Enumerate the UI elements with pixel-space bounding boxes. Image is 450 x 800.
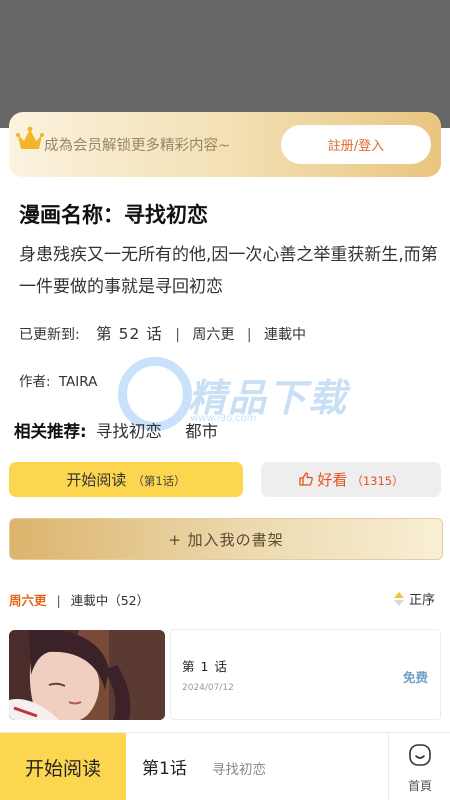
like-count: （1315）	[351, 474, 404, 488]
bottom-bar: 开始阅读 第1话 寻找初恋 首頁	[0, 732, 450, 800]
related-recommendations: 相关推荐: 寻找初恋 都市	[14, 418, 232, 442]
related-label: 相关推荐:	[14, 422, 87, 441]
cover-image	[0, 0, 450, 128]
author-name: TAIRA	[58, 374, 98, 390]
start-reading-label: 开始阅读	[66, 471, 127, 489]
episode-list-status: 周六更 | 連載中（52）	[9, 590, 149, 609]
sort-label: 正序	[408, 593, 435, 608]
update-day: 周六更	[192, 327, 235, 343]
member-promo-text: 成為会员解锁更多精彩内容~	[44, 138, 231, 154]
author-info: 作者: TAIRA	[19, 370, 97, 390]
register-login-button[interactable]: 註册/登入	[281, 125, 431, 164]
member-banner: 成為会员解锁更多精彩内容~ 註册/登入	[9, 112, 441, 177]
sort-arrows-icon	[393, 592, 404, 606]
like-label: 好看	[317, 471, 348, 489]
bottom-comic-name: 寻找初恋	[212, 762, 266, 778]
add-to-bookshelf-button[interactable]: + 加入我の書架	[9, 518, 443, 560]
bottom-start-reading-button[interactable]: 开始阅读	[0, 733, 126, 800]
update-info: 已更新到: 第 52 话 | 周六更 | 連載中	[19, 322, 306, 344]
comic-title: 漫画名称：寻找初恋	[19, 203, 208, 227]
thumbs-up-icon	[299, 472, 314, 486]
crown-icon	[16, 126, 44, 149]
update-status: 連載中	[264, 327, 306, 343]
episode-title: 第 1 话	[182, 659, 228, 674]
episode-item[interactable]: 第 1 话 2024/07/12 免费	[170, 629, 441, 720]
home-nav-button[interactable]: 首頁	[388, 733, 450, 800]
episode-thumbnail[interactable]	[9, 630, 165, 720]
comic-description: 身患残疾又一无所有的他,因一次心善之举重获新生,而第一件要做的事就是寻回初恋	[19, 245, 438, 297]
update-prefix: 已更新到:	[19, 327, 80, 343]
separator: |	[56, 593, 61, 608]
episode-thumbnail-art	[9, 630, 165, 720]
start-reading-episode: （第1话）	[132, 474, 186, 488]
episode-date: 2024/07/12	[182, 683, 234, 693]
episode-update-day: 周六更	[9, 593, 47, 608]
separator: |	[246, 327, 252, 343]
update-episode: 第 52 话	[96, 325, 163, 343]
home-label: 首頁	[407, 779, 432, 793]
sort-toggle[interactable]: 正序	[393, 589, 435, 608]
related-tag[interactable]: 寻找初恋	[96, 422, 162, 441]
related-tag[interactable]: 都市	[185, 422, 218, 441]
episode-serial-status: 連載中（52）	[70, 593, 150, 608]
bottom-episode-label[interactable]: 第1话	[142, 754, 187, 779]
author-label: 作者:	[19, 374, 51, 390]
episode-price-badge: 免费	[402, 670, 428, 685]
separator: |	[175, 327, 180, 343]
watermark-text: 精品下载	[188, 376, 349, 420]
start-reading-button[interactable]: 开始阅读 （第1话）	[9, 462, 243, 497]
home-icon	[409, 744, 431, 766]
like-button[interactable]: 好看 （1315）	[261, 462, 441, 497]
